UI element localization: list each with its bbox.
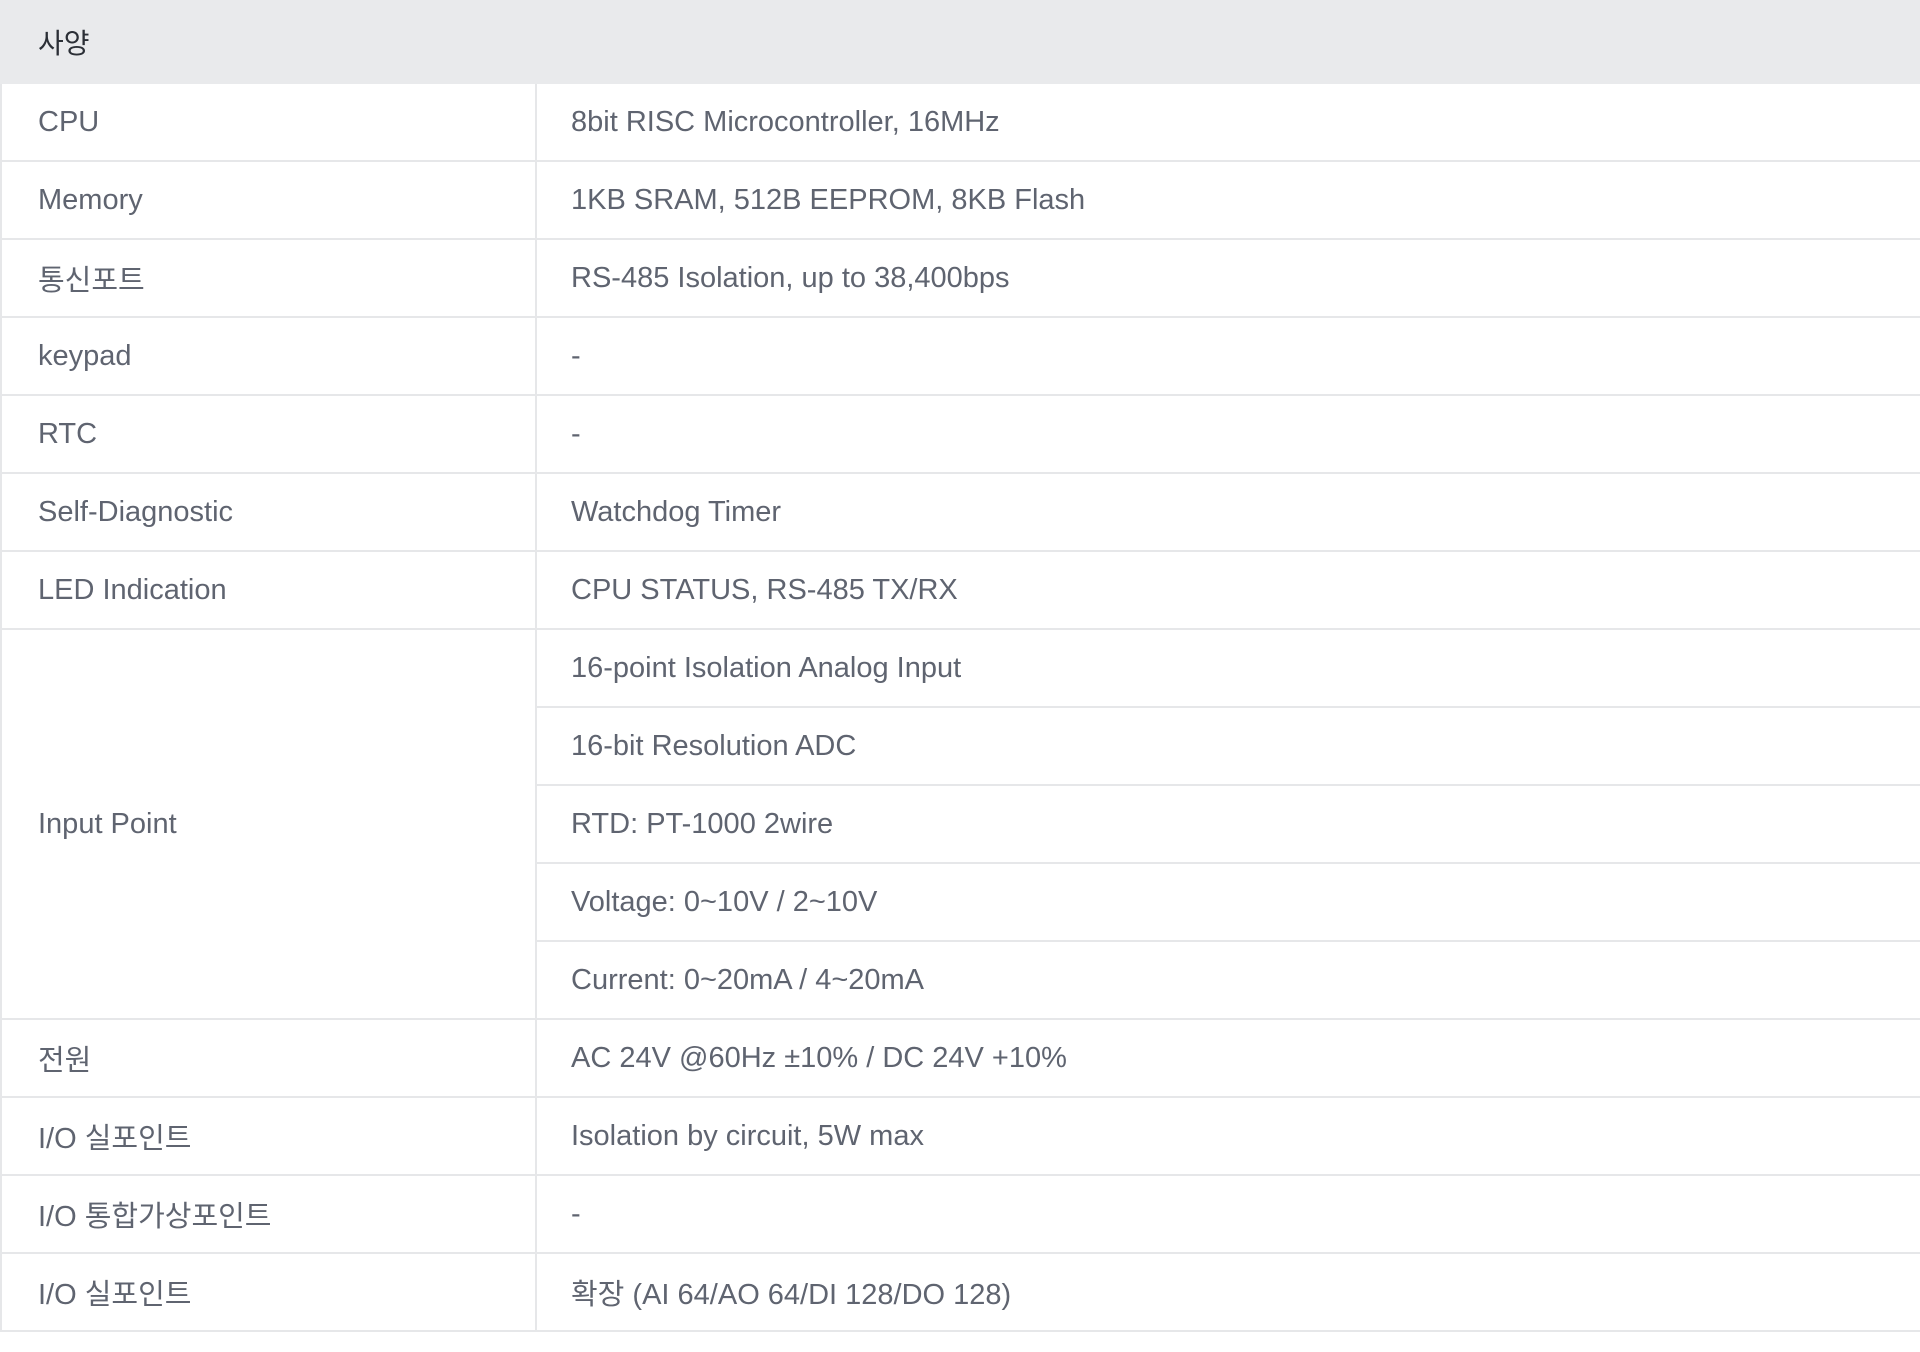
row-label: CPU <box>0 82 537 162</box>
row-value: 확장 (AI 64/AO 64/DI 128/DO 128) <box>535 1252 1920 1332</box>
row-value: - <box>535 1174 1920 1254</box>
table-row: 통신포트 RS-485 Isolation, up to 38,400bps <box>0 238 1920 318</box>
table-row: I/O 통합가상포인트 - <box>0 1174 1920 1254</box>
row-value: 1KB SRAM, 512B EEPROM, 8KB Flash <box>535 160 1920 240</box>
row-value: - <box>535 316 1920 396</box>
spec-table: 사양 CPU 8bit RISC Microcontroller, 16MHz … <box>0 0 1920 1332</box>
row-value: 8bit RISC Microcontroller, 16MHz <box>535 82 1920 162</box>
row-label: I/O 통합가상포인트 <box>0 1174 537 1254</box>
input-point-value: Voltage: 0~10V / 2~10V <box>535 862 1920 942</box>
row-label: LED Indication <box>0 550 537 630</box>
table-header-title: 사양 <box>0 0 1920 84</box>
input-point-value: 16-bit Resolution ADC <box>535 706 1920 786</box>
input-point-value: Current: 0~20mA / 4~20mA <box>535 940 1920 1020</box>
input-point-label: Input Point <box>0 628 537 1020</box>
table-row-input-point: Input Point 16-point Isolation Analog In… <box>0 628 1920 1020</box>
row-value: RS-485 Isolation, up to 38,400bps <box>535 238 1920 318</box>
row-label: I/O 실포인트 <box>0 1252 537 1332</box>
row-label: 통신포트 <box>0 238 537 318</box>
row-label: Self-Diagnostic <box>0 472 537 552</box>
row-value: Watchdog Timer <box>535 472 1920 552</box>
row-value: AC 24V @60Hz ±10% / DC 24V +10% <box>535 1018 1920 1098</box>
row-label: Memory <box>0 160 537 240</box>
table-row: I/O 실포인트 Isolation by circuit, 5W max <box>0 1096 1920 1176</box>
row-value: Isolation by circuit, 5W max <box>535 1096 1920 1176</box>
table-row: RTC - <box>0 394 1920 474</box>
input-point-value: RTD: PT-1000 2wire <box>535 784 1920 864</box>
table-row: LED Indication CPU STATUS, RS-485 TX/RX <box>0 550 1920 630</box>
row-value: CPU STATUS, RS-485 TX/RX <box>535 550 1920 630</box>
row-label: 전원 <box>0 1018 537 1098</box>
input-point-value: 16-point Isolation Analog Input <box>535 628 1920 708</box>
table-row: keypad - <box>0 316 1920 396</box>
table-row: I/O 실포인트 확장 (AI 64/AO 64/DI 128/DO 128) <box>0 1252 1920 1332</box>
table-row: Self-Diagnostic Watchdog Timer <box>0 472 1920 552</box>
table-row: CPU 8bit RISC Microcontroller, 16MHz <box>0 82 1920 162</box>
row-value: - <box>535 394 1920 474</box>
table-row: Memory 1KB SRAM, 512B EEPROM, 8KB Flash <box>0 160 1920 240</box>
table-row: 전원 AC 24V @60Hz ±10% / DC 24V +10% <box>0 1018 1920 1098</box>
row-label: keypad <box>0 316 537 396</box>
row-label: I/O 실포인트 <box>0 1096 537 1176</box>
table-header-row: 사양 <box>0 0 1920 84</box>
row-label: RTC <box>0 394 537 474</box>
